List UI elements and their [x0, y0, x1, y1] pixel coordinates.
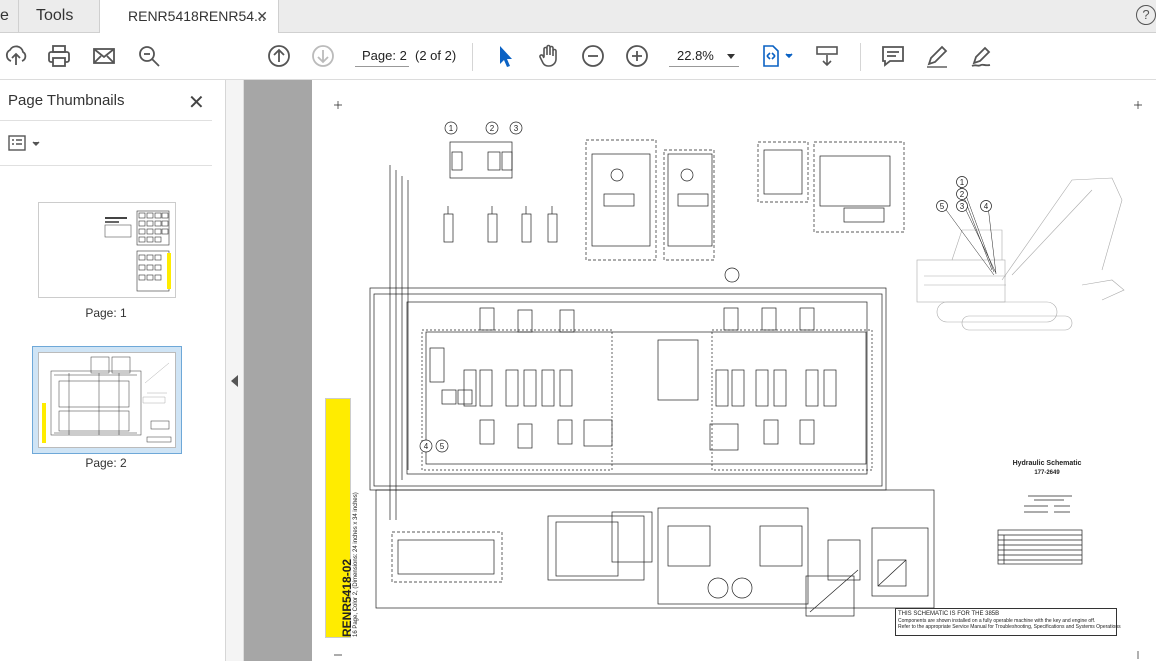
sign-icon[interactable]	[968, 43, 994, 69]
page-thumbnail-1[interactable]	[38, 202, 176, 298]
callout-label: 4	[984, 202, 989, 211]
highlight-pen-icon[interactable]	[924, 43, 950, 69]
panel-title: Page Thumbnails	[8, 92, 125, 109]
divider	[0, 120, 212, 121]
close-icon[interactable]: ✕	[256, 0, 268, 32]
schematic-number: 177-2649	[1034, 470, 1060, 476]
email-icon[interactable]	[91, 43, 117, 69]
pdf-page: 1 2 3 1 2 3 4 5 4 5 RENR5418-02 16 Page,…	[312, 80, 1156, 661]
schematic-note: THIS SCHEMATIC IS FOR THE 385B Component…	[895, 608, 1121, 636]
select-cursor-icon[interactable]	[492, 43, 518, 69]
hydraulic-schematic-drawing: 1 2 3 1 2 3 4 5 4 5	[334, 101, 1142, 659]
chevron-left-icon	[231, 375, 238, 387]
divider	[0, 165, 212, 166]
page-thumbnail-2[interactable]	[32, 346, 182, 454]
callout-label: 1	[960, 178, 965, 187]
tab-home-label: e	[0, 7, 9, 24]
document-id: RENR5418-02	[340, 558, 354, 637]
scroll-mode-icon[interactable]	[814, 43, 840, 69]
comment-icon[interactable]	[880, 43, 906, 69]
tab-tools[interactable]: Tools	[18, 0, 98, 33]
thumbnails-panel: Page Thumbnails ✕ Page: 1 Page: 2	[0, 80, 226, 661]
callout-label: 3	[960, 202, 965, 211]
toolbar-divider	[860, 43, 861, 71]
hand-icon[interactable]	[536, 43, 562, 69]
tab-bar: e Tools RENR5418RENR54... ✕ ?	[0, 0, 1156, 34]
tab-home[interactable]: e	[0, 0, 18, 33]
document-canvas[interactable]: 1 2 3 1 2 3 4 5 4 5 RENR5418-02 16 Page,…	[244, 80, 1156, 661]
help-icon[interactable]: ?	[1136, 5, 1156, 25]
zoom-value: 22.8%	[677, 48, 714, 63]
page-number-input[interactable]: Page: 2	[355, 45, 409, 67]
zoom-select[interactable]: 22.8%	[669, 45, 739, 67]
callout-label: 2	[490, 124, 495, 133]
thumbnail-label-2: Page: 2	[85, 456, 127, 470]
callout-label: 5	[940, 202, 945, 211]
note-line: Refer to the appropriate Service Manual …	[898, 624, 1121, 630]
search-icon[interactable]	[136, 43, 162, 69]
page-count: (2 of 2)	[415, 48, 457, 63]
tab-tools-label: Tools	[36, 7, 74, 24]
zoom-in-icon[interactable]	[624, 43, 650, 69]
zoom-out-icon[interactable]	[580, 43, 606, 69]
page-thumbnail-2-image	[38, 352, 176, 448]
upload-icon[interactable]	[3, 43, 29, 69]
prev-page-icon[interactable]	[266, 43, 292, 69]
toolbar: Page: 2 (2 of 2) 22.8%	[0, 33, 1156, 80]
thumbnail-options-icon[interactable]	[8, 134, 44, 154]
callout-label: 1	[449, 124, 454, 133]
callout-label: 4	[424, 442, 429, 451]
callout-label: 2	[960, 190, 965, 199]
chevron-down-icon	[727, 54, 735, 59]
next-page-icon[interactable]	[310, 43, 336, 69]
document-id-strip: RENR5418-02 16 Page, Color 2, (Dimension…	[325, 398, 359, 638]
note-line: THIS SCHEMATIC IS FOR THE 385B	[898, 611, 1000, 617]
tab-document[interactable]: RENR5418RENR54... ✕	[99, 0, 279, 34]
print-icon[interactable]	[46, 43, 72, 69]
callout-label: 5	[440, 442, 445, 451]
callout-label: 3	[514, 124, 519, 133]
toolbar-divider	[472, 43, 473, 71]
fit-page-icon[interactable]	[760, 43, 796, 69]
panel-collapse-handle[interactable]	[226, 80, 244, 661]
thumbnail-label-1: Page: 1	[85, 306, 127, 320]
close-icon[interactable]: ✕	[188, 90, 205, 115]
document-dimensions: 16 Page, Color 2, (Dimensions: 24 inches…	[353, 492, 359, 637]
schematic-title: Hydraulic Schematic	[1012, 460, 1082, 467]
tab-document-label: RENR5418RENR54...	[128, 8, 266, 24]
